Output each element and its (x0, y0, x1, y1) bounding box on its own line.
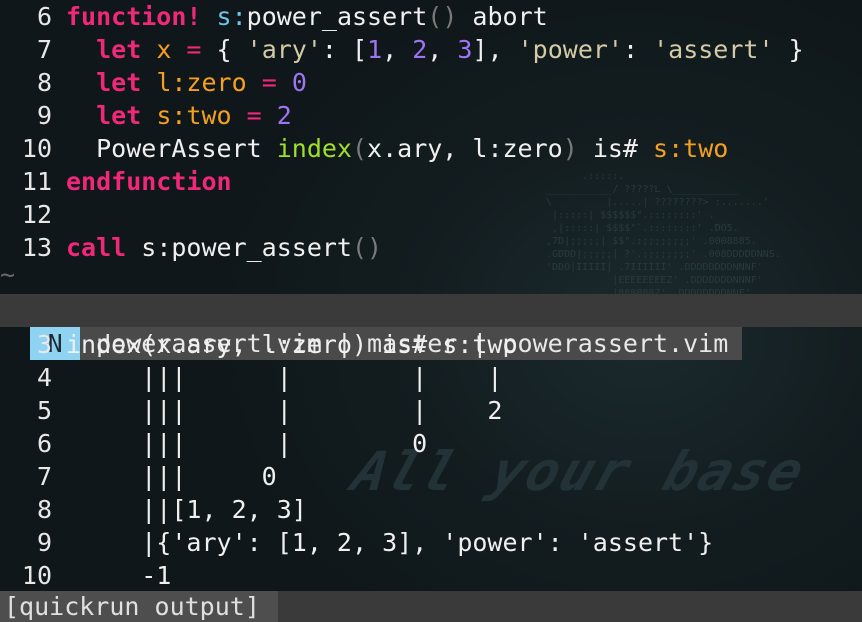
empty-line-tilde: ~ (0, 260, 16, 289)
line-number: 10 (21, 561, 52, 590)
code-token: let (96, 101, 142, 130)
code-token: 'assert' (653, 35, 774, 64)
line-number: 8 (36, 68, 52, 97)
line-number: 5 (36, 396, 52, 425)
code-token: endfunction (66, 167, 232, 196)
code-token: 'ary' (246, 35, 322, 64)
code-token: 3 (457, 35, 473, 64)
code-token: ], (472, 35, 518, 64)
output-text: |{'ary': [1, 2, 3], 'power': 'assert'} (66, 528, 714, 557)
code-token: = (186, 35, 202, 64)
code-token: : [ (321, 35, 368, 64)
code-token: is# (577, 134, 654, 163)
line-number: 3 (36, 330, 52, 359)
code-token: = (246, 101, 262, 130)
code-line[interactable]: 6 function! s:power_assert() abort (0, 0, 862, 33)
output-text: -1 (66, 561, 172, 590)
line-number: 7 (36, 462, 52, 491)
code-token: 0 (291, 68, 307, 97)
output-line[interactable]: 7 ||| 0 (0, 460, 862, 493)
code-token: ) (562, 134, 578, 163)
output-line[interactable]: 6 ||| | 0 (0, 427, 862, 460)
line-number: 10 (21, 134, 52, 163)
code-line[interactable]: 10 PowerAssert index(x.ary, l:zero) is# … (0, 132, 862, 165)
code-token: abort (457, 2, 548, 31)
output-text: ||[1, 2, 3] (66, 495, 307, 524)
output-text: index(x.ary, l:zero) is# s:two (66, 330, 518, 359)
code-line[interactable]: 9 let s:two = 2 (0, 99, 862, 132)
output-statusline: [quickrun output] (0, 591, 862, 622)
output-text: ||| 0 (66, 462, 277, 491)
code-token: } (773, 35, 804, 64)
statusline: Npowerassert.vim | master | powerassert.… (0, 294, 862, 360)
code-line[interactable]: 12 (0, 198, 862, 231)
code-token: 2 (276, 101, 292, 130)
code-token: let (96, 35, 142, 64)
line-number: 6 (36, 2, 52, 31)
code-token: 2 (412, 35, 428, 64)
code-token: index (276, 134, 352, 163)
code-token: power_assert (246, 2, 428, 31)
output-buffer-name: [quickrun output] (0, 591, 278, 622)
code-line[interactable]: 8 let l:zero = 0 (0, 66, 862, 99)
output-line[interactable]: 8 ||[1, 2, 3] (0, 493, 862, 526)
quickrun-output-pane[interactable]: 3 index(x.ary, l:zero) is# s:two 4 ||| | |… (0, 328, 862, 592)
code-token: x (141, 35, 187, 64)
code-line[interactable]: 7 let x = { 'ary': [1, 2, 3], 'power': '… (0, 33, 862, 66)
code-token: () (352, 233, 383, 262)
output-line[interactable]: 10 -1 (0, 559, 862, 592)
code-token: l:zero (141, 68, 262, 97)
line-number: 8 (36, 495, 52, 524)
output-line[interactable]: 3 index(x.ary, l:zero) is# s:two (0, 328, 862, 361)
output-text: ||| | | 2 (66, 396, 503, 425)
code-token: x.ary, l:zero (367, 134, 563, 163)
code-token: { (201, 35, 247, 64)
code-token: , (382, 35, 413, 64)
code-line[interactable]: 11 endfunction (0, 165, 862, 198)
code-line[interactable]: 13 call s:power_assert() (0, 231, 862, 264)
output-text: ||| | | | (66, 363, 503, 392)
line-number: 11 (21, 167, 52, 196)
code-token: s:power_assert (126, 233, 352, 262)
output-line[interactable]: 5 ||| | | 2 (0, 394, 862, 427)
code-token: , (427, 35, 458, 64)
code-token: = (261, 68, 277, 97)
line-number: 12 (21, 200, 52, 229)
code-token: let (96, 68, 142, 97)
code-token: () (427, 2, 458, 31)
output-line[interactable]: 4 ||| | | | (0, 361, 862, 394)
code-token: s: (216, 2, 247, 31)
editor-pane[interactable]: 6 function! s:power_assert() abort 7 let x… (0, 0, 862, 294)
code-token: ( (351, 134, 368, 163)
code-token: PowerAssert (66, 134, 277, 163)
line-number: 9 (36, 101, 52, 130)
code-token: call (66, 233, 127, 262)
output-line[interactable]: 9 |{'ary': [1, 2, 3], 'power': 'assert'} (0, 526, 862, 559)
output-text: ||| | 0 (66, 429, 428, 458)
line-number: 6 (36, 429, 52, 458)
line-number: 7 (36, 35, 52, 64)
code-token: 'power' (517, 35, 623, 64)
line-number: 4 (36, 363, 52, 392)
code-token: function! (66, 2, 202, 31)
code-token: s:two (141, 101, 247, 130)
code-token: s:two (653, 134, 729, 163)
code-token: : (622, 35, 654, 64)
line-number: 9 (36, 528, 52, 557)
code-token: 1 (367, 35, 383, 64)
